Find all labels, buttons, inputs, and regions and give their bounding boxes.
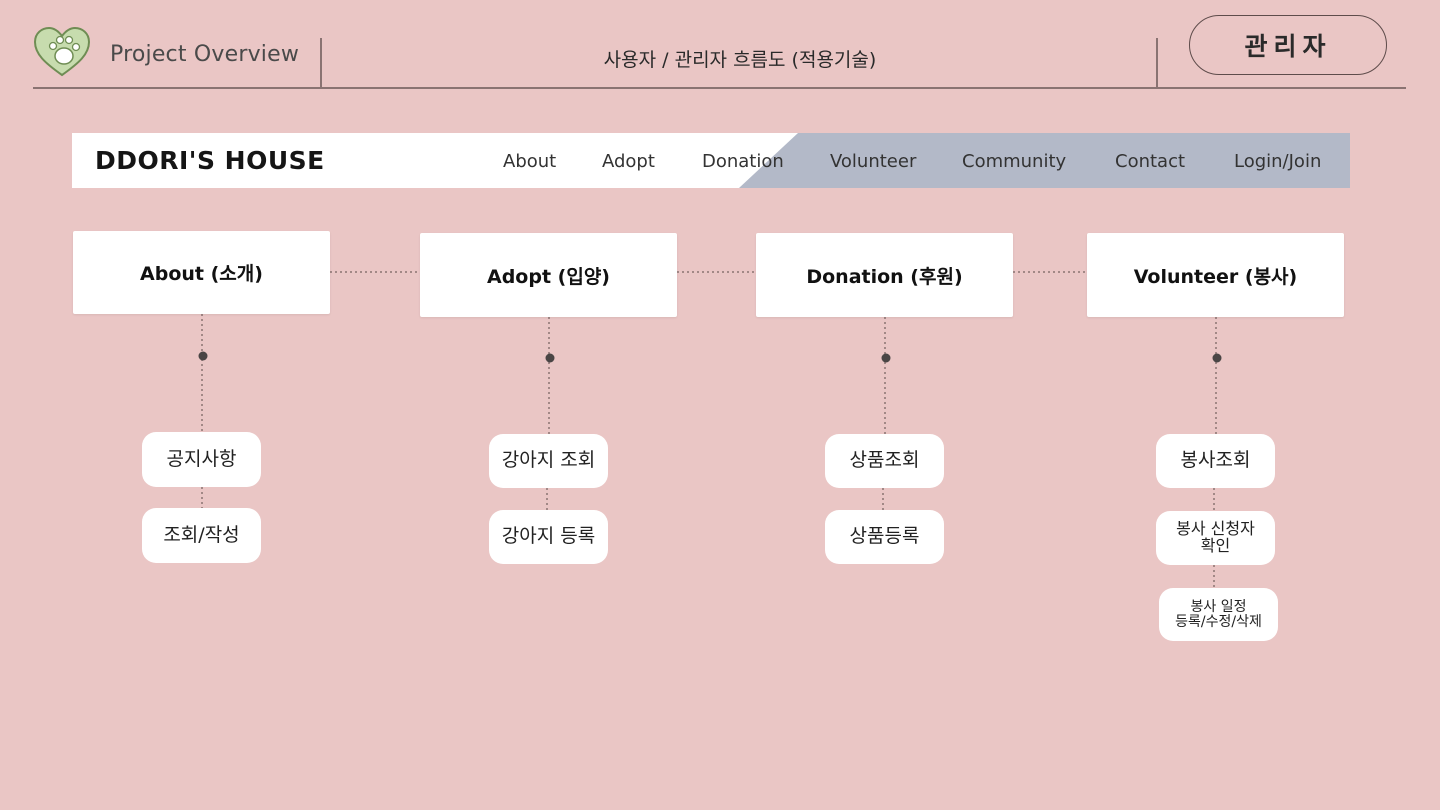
- item-label: 조회/작성: [163, 523, 240, 546]
- node-dot-adopt: [545, 353, 555, 363]
- item-label: 강아지 조회: [501, 449, 596, 472]
- item-volunteer-applicants: 봉사 신청자 확인: [1156, 511, 1275, 565]
- item-about-view-write: 조회/작성: [142, 508, 261, 563]
- node-dot-donation: [881, 353, 891, 363]
- item-volunteer-view: 봉사조회: [1156, 434, 1275, 488]
- item-volunteer-schedule: 봉사 일정 등록/수정/삭제: [1159, 588, 1278, 641]
- section-volunteer: Volunteer (봉사): [1087, 233, 1344, 317]
- node-dot-volunteer: [1212, 353, 1222, 363]
- item-label: 강아지 등록: [501, 525, 596, 548]
- item-donation-register: 상품등록: [825, 510, 944, 564]
- item-label: 상품조회: [849, 449, 920, 472]
- item-donation-view: 상품조회: [825, 434, 944, 488]
- item-adopt-register: 강아지 등록: [489, 510, 608, 564]
- item-about-notice: 공지사항: [142, 432, 261, 487]
- node-dot-about: [198, 351, 208, 361]
- diagram-connectors: [198, 271, 1222, 588]
- section-adopt: Adopt (입양): [420, 233, 677, 317]
- section-donation: Donation (후원): [756, 233, 1013, 317]
- item-label: 봉사조회: [1180, 449, 1251, 472]
- item-label: 상품등록: [849, 525, 920, 548]
- item-label: 봉사 신청자 확인: [1176, 519, 1255, 555]
- item-label: 공지사항: [166, 447, 237, 470]
- item-label: 봉사 일정 등록/수정/삭제: [1175, 598, 1262, 630]
- item-adopt-view: 강아지 조회: [489, 434, 608, 488]
- section-about: About (소개): [73, 231, 330, 314]
